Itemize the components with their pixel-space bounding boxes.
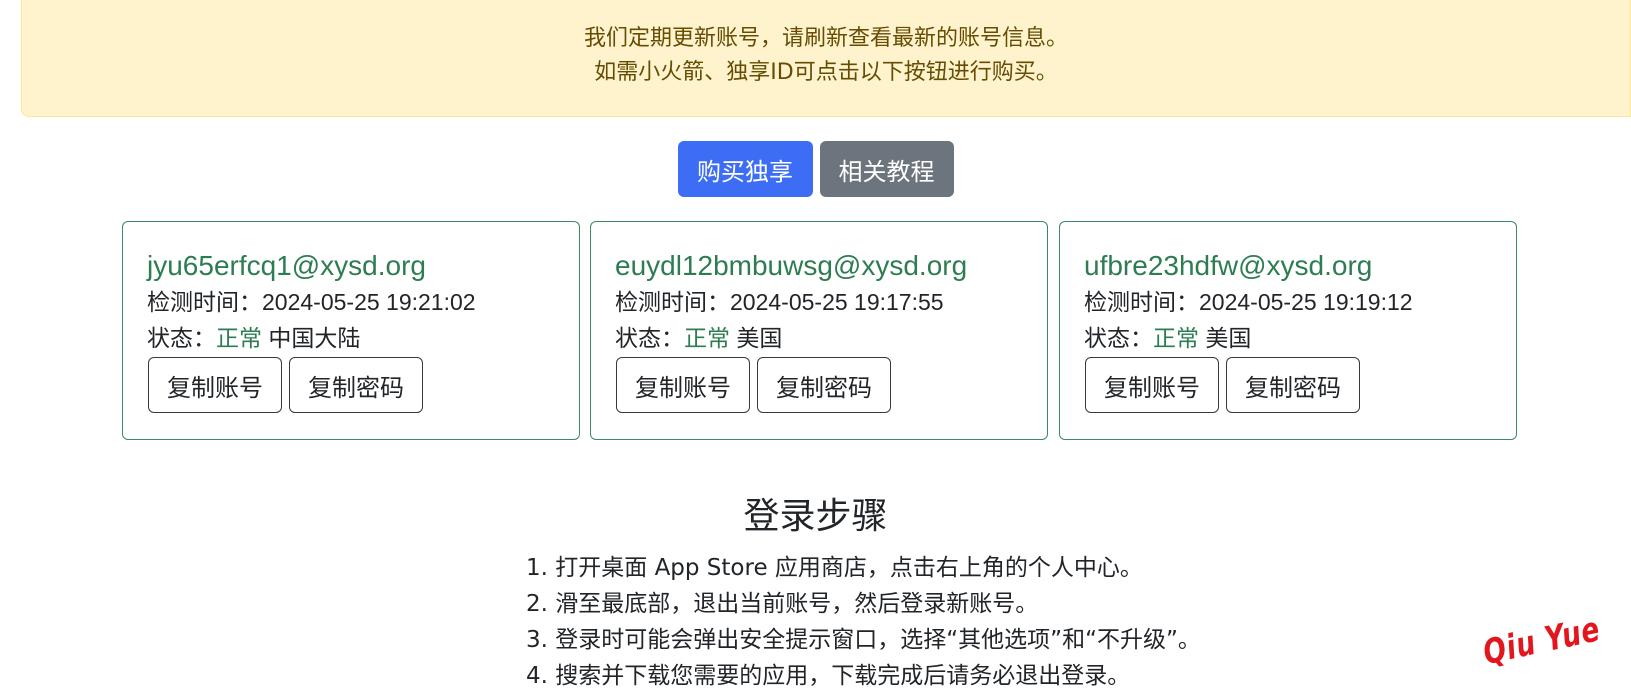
tutorial-button[interactable]: 相关教程 (819, 141, 954, 197)
check-time-label: 检测时间： (615, 289, 730, 315)
copy-password-button[interactable]: 复制密码 (757, 357, 891, 413)
status-value: 正常 (216, 325, 262, 351)
buy-exclusive-button[interactable]: 购买独享 (677, 141, 813, 197)
account-card: jyu65erfcq1@xysd.org 检测时间：2024-05-25 19:… (122, 221, 580, 440)
region-value: 中国大陆 (268, 325, 361, 351)
account-email: jyu65erfcq1@xysd.org (147, 250, 427, 281)
check-time-label: 检测时间： (1084, 289, 1199, 315)
check-time-value: 2024-05-25 19:21:02 (262, 289, 476, 315)
account-card: euydl12bmbuwsg@xysd.org 检测时间：2024-05-25 … (590, 221, 1048, 440)
action-button-row: 购买独享 相关教程 (0, 141, 1631, 197)
status-value: 正常 (1153, 325, 1199, 351)
check-time-value: 2024-05-25 19:17:55 (730, 289, 944, 315)
card-button-group: 复制账号 复制密码 (1085, 357, 1516, 413)
check-time-line: 检测时间：2024-05-25 19:19:12 (1084, 284, 1516, 320)
copy-account-button[interactable]: 复制账号 (616, 357, 750, 413)
region-value: 美国 (736, 325, 783, 351)
card-button-group: 复制账号 复制密码 (616, 357, 1047, 413)
account-email: ufbre23hdfw@xysd.org (1084, 250, 1373, 281)
region-value: 美国 (1205, 325, 1252, 351)
card-button-group: 复制账号 复制密码 (148, 357, 579, 413)
notice-line-2: 如需小火箭、独享ID可点击以下按钮进行购买。 (594, 60, 1058, 85)
copy-account-button[interactable]: 复制账号 (1085, 357, 1219, 413)
check-time-label: 检测时间： (147, 289, 262, 315)
check-time-line: 检测时间：2024-05-25 19:21:02 (147, 284, 579, 320)
notice-line-1: 我们定期更新账号，请刷新查看最新的账号信息。 (583, 26, 1068, 51)
status-line: 状态：正常 美国 (615, 320, 1047, 356)
copy-password-button[interactable]: 复制密码 (1226, 357, 1360, 413)
copy-account-button[interactable]: 复制账号 (148, 357, 282, 413)
status-label: 状态： (1084, 325, 1153, 351)
login-step: 3. 登录时可能会弹出安全提示窗口，选择“其他选项”和“不升级”。 (526, 627, 1201, 653)
check-time-value: 2024-05-25 19:19:12 (1199, 289, 1413, 315)
login-step: 2. 滑至最底部，退出当前账号，然后登录新账号。 (526, 591, 1039, 617)
login-steps-title: 登录步骤 (743, 496, 888, 537)
watermark-text: Qiu Yue (1479, 609, 1604, 673)
status-label: 状态： (615, 325, 684, 351)
status-value: 正常 (684, 325, 730, 351)
status-label: 状态： (147, 325, 216, 351)
update-notice-banner: 我们定期更新账号，请刷新查看最新的账号信息。 如需小火箭、独享ID可点击以下按钮… (21, 0, 1631, 117)
check-time-line: 检测时间：2024-05-25 19:17:55 (615, 284, 1047, 320)
copy-password-button[interactable]: 复制密码 (289, 357, 423, 413)
login-step: 4. 搜索并下载您需要的应用，下载完成后请务必退出登录。 (526, 663, 1131, 689)
account-card: ufbre23hdfw@xysd.org 检测时间：2024-05-25 19:… (1059, 221, 1517, 440)
login-step: 1. 打开桌面 App Store 应用商店，点击右上角的个人中心。 (526, 555, 1143, 581)
account-email: euydl12bmbuwsg@xysd.org (615, 250, 968, 281)
status-line: 状态：正常 美国 (1084, 320, 1516, 356)
status-line: 状态：正常 中国大陆 (147, 320, 579, 356)
login-steps-list: 1. 打开桌面 App Store 应用商店，点击右上角的个人中心。 2. 滑至… (526, 550, 1201, 694)
